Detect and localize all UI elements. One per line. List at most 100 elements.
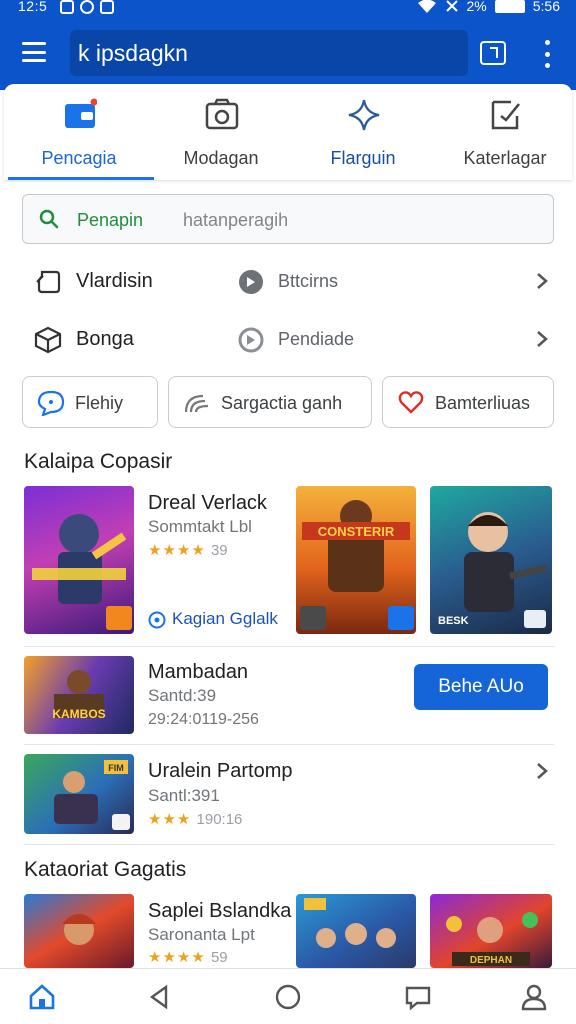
notification-icon [100, 0, 114, 14]
tab-label: Katerlagar [463, 148, 547, 168]
chip-label: Sargactia ganh [221, 393, 343, 413]
home-icon[interactable] [28, 983, 56, 1011]
game-art-text: FIM [108, 763, 124, 773]
menu-row[interactable]: Bonga Pendiade [0, 314, 576, 364]
badge-icon [239, 270, 263, 294]
game-art [304, 898, 396, 948]
badge-icon [300, 606, 326, 630]
game-subtitle: Sommtakt Lbl [148, 517, 252, 536]
badge-icon [388, 606, 414, 630]
notification-icon [60, 0, 74, 14]
edit-note-icon [491, 100, 520, 130]
divider [24, 844, 554, 845]
game-link[interactable]: Kagian Gglalk [172, 609, 278, 629]
heart-icon [398, 391, 424, 414]
notification-icons [60, 0, 114, 14]
game-thumbnail[interactable]: BESK [430, 486, 552, 634]
back-icon[interactable] [146, 983, 174, 1011]
link-icon [148, 611, 166, 629]
chip-bamterliuas[interactable]: Bamterliuas [382, 376, 554, 428]
camera-icon [205, 98, 239, 130]
game-subtitle: Santl:391 [148, 786, 220, 805]
row-secondary-label: Pendiade [278, 329, 355, 349]
game-art-text: KAMBOS [52, 707, 105, 721]
game-thumbnail[interactable]: KAMBOS [24, 656, 134, 734]
chat-icon [37, 390, 65, 416]
game-title: Dreal Verlack [148, 492, 267, 514]
menu-icon[interactable] [22, 42, 46, 62]
tab-modagan[interactable]: Modagan [150, 84, 292, 180]
active-tab-indicator [8, 177, 154, 180]
game-art-text: BESK [438, 615, 469, 627]
game-art: DEPHAN [446, 912, 538, 966]
app-bar: k ipsdagkn [0, 18, 576, 90]
game-thumbnail[interactable] [24, 486, 134, 634]
tab-pencagia[interactable]: Pencagia [8, 84, 150, 180]
install-button[interactable]: Behe AUo [414, 664, 548, 710]
tab-label: Modagan [183, 148, 259, 168]
chevron-right-icon[interactable] [534, 272, 550, 290]
tag-icon [36, 270, 61, 294]
chip-flehiy[interactable]: Flehiy [22, 376, 158, 428]
chip-label: Flehiy [75, 393, 124, 413]
divider [24, 646, 554, 647]
battery-percent: 2% [466, 0, 487, 14]
battery-icon [494, 0, 525, 13]
game-thumbnail[interactable] [296, 894, 416, 968]
row-secondary-label: Bttcirns [278, 271, 339, 291]
status-bar: 12:5 2% 5:56 [0, 0, 576, 18]
status-clock: 5:56 [532, 0, 560, 14]
notification-icon [80, 0, 94, 14]
game-art-text: CONSTERIR [318, 524, 395, 539]
bottom-navigation [0, 968, 576, 1024]
tab-switcher-icon[interactable] [480, 41, 506, 65]
game-title: Uralein Partomp [148, 760, 293, 782]
search-icon [39, 209, 59, 229]
star-rating: ★★★ 190:16 [148, 811, 243, 828]
game-meta: 29:24:0119-256 [148, 711, 259, 728]
chip-sargactia[interactable]: Sargactia ganh [168, 376, 372, 428]
chevron-right-icon[interactable] [534, 762, 550, 780]
search-field[interactable]: Penapin hatanperagih [22, 194, 554, 244]
row-label: Vlardisin [76, 270, 153, 292]
star-rating: ★★★★ 39 [148, 542, 228, 559]
rainbow-icon [184, 394, 209, 413]
divider [24, 744, 554, 745]
game-title: Saplei Bslandka [148, 900, 292, 922]
game-title: Mambadan [148, 661, 249, 683]
row-label: Bonga [76, 328, 134, 350]
sparkle-icon [348, 99, 380, 131]
search-query: Penapin [77, 210, 144, 230]
game-thumbnail[interactable]: DEPHAN [430, 894, 552, 968]
wallet-icon [65, 98, 97, 128]
status-time: 12:5 [18, 0, 48, 14]
menu-row[interactable]: Vlardisin Bttcirns [0, 256, 576, 306]
section-title: Kalaipa Copasir [24, 450, 173, 473]
game-thumbnail[interactable]: CONSTERIR [296, 486, 416, 634]
badge-icon [524, 610, 546, 628]
address-text: k ipsdagkn [78, 40, 188, 66]
package-icon [34, 326, 62, 354]
game-subtitle: Santd:39 [148, 686, 217, 705]
signal-icon [445, 0, 458, 12]
chevron-right-icon[interactable] [534, 330, 550, 348]
game-art-text: DEPHAN [470, 955, 512, 966]
tab-katerlagar[interactable]: Katerlagar [434, 84, 576, 180]
star-rating: ★★★★ 59 [148, 949, 228, 966]
game-thumbnail[interactable] [24, 894, 134, 968]
tab-label: Pencagia [41, 148, 117, 168]
profile-icon[interactable] [520, 983, 548, 1011]
coin-icon [238, 327, 264, 353]
chat-icon[interactable] [404, 983, 432, 1011]
section-title: Kataoriat Gagatis [24, 858, 187, 881]
badge-icon [112, 814, 130, 830]
search-placeholder: hatanperagih [183, 210, 289, 230]
chip-label: Bamterliuas [435, 393, 531, 413]
home-circle-icon[interactable] [274, 983, 302, 1011]
badge-icon [106, 606, 132, 630]
address-bar[interactable]: k ipsdagkn [70, 30, 468, 76]
game-thumbnail[interactable]: FIM [24, 754, 134, 834]
more-options-icon[interactable] [540, 40, 554, 68]
tab-flarguin[interactable]: Flarguin [292, 84, 434, 180]
game-art [62, 914, 96, 945]
